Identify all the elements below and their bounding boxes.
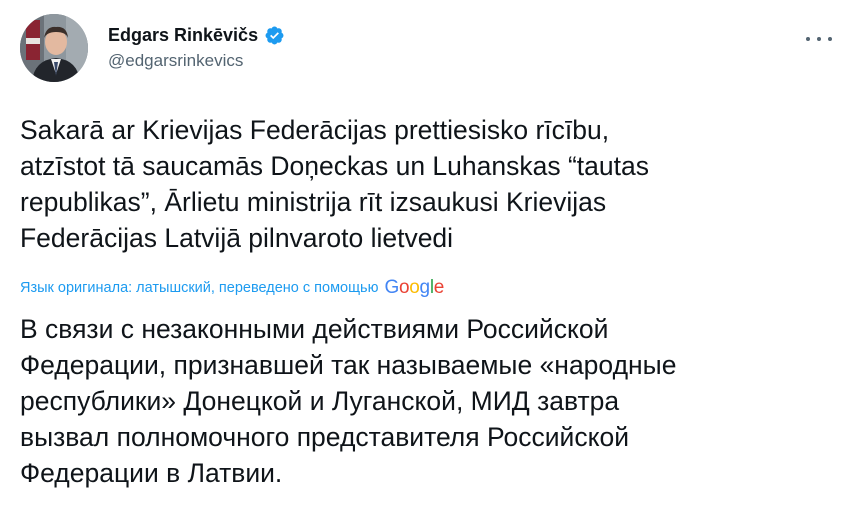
more-dot	[828, 37, 832, 41]
author-display-name[interactable]: Edgars Rinkēvičs	[108, 25, 258, 46]
avatar[interactable]	[20, 14, 88, 82]
verified-badge-icon	[264, 25, 285, 46]
tweet: Edgars Rinkēvičs @edgarsrinkevics Sakarā…	[0, 0, 854, 525]
more-dot	[817, 37, 821, 41]
author-handle[interactable]: @edgarsrinkevics	[108, 51, 285, 71]
translation-note-text[interactable]: Язык оригинала: латышский, переведено с …	[20, 280, 378, 296]
google-logo-icon: Google	[384, 277, 445, 298]
tweet-translated-text: В связи с незаконными действиями Российс…	[20, 314, 677, 488]
author-name-row: Edgars Rinkēvičs	[108, 24, 285, 46]
author-info: Edgars Rinkēvičs @edgarsrinkevics	[108, 24, 285, 71]
translation-attribution[interactable]: Язык оригинала: латышский, переведено с …	[20, 276, 444, 300]
more-dot	[806, 37, 810, 41]
more-horizontal-icon[interactable]	[806, 32, 832, 46]
avatar-image	[20, 14, 88, 82]
tweet-original-text: Sakarā ar Krievijas Federācijas pretties…	[20, 115, 649, 253]
tweet-header: Edgars Rinkēvičs @edgarsrinkevics	[20, 14, 834, 86]
